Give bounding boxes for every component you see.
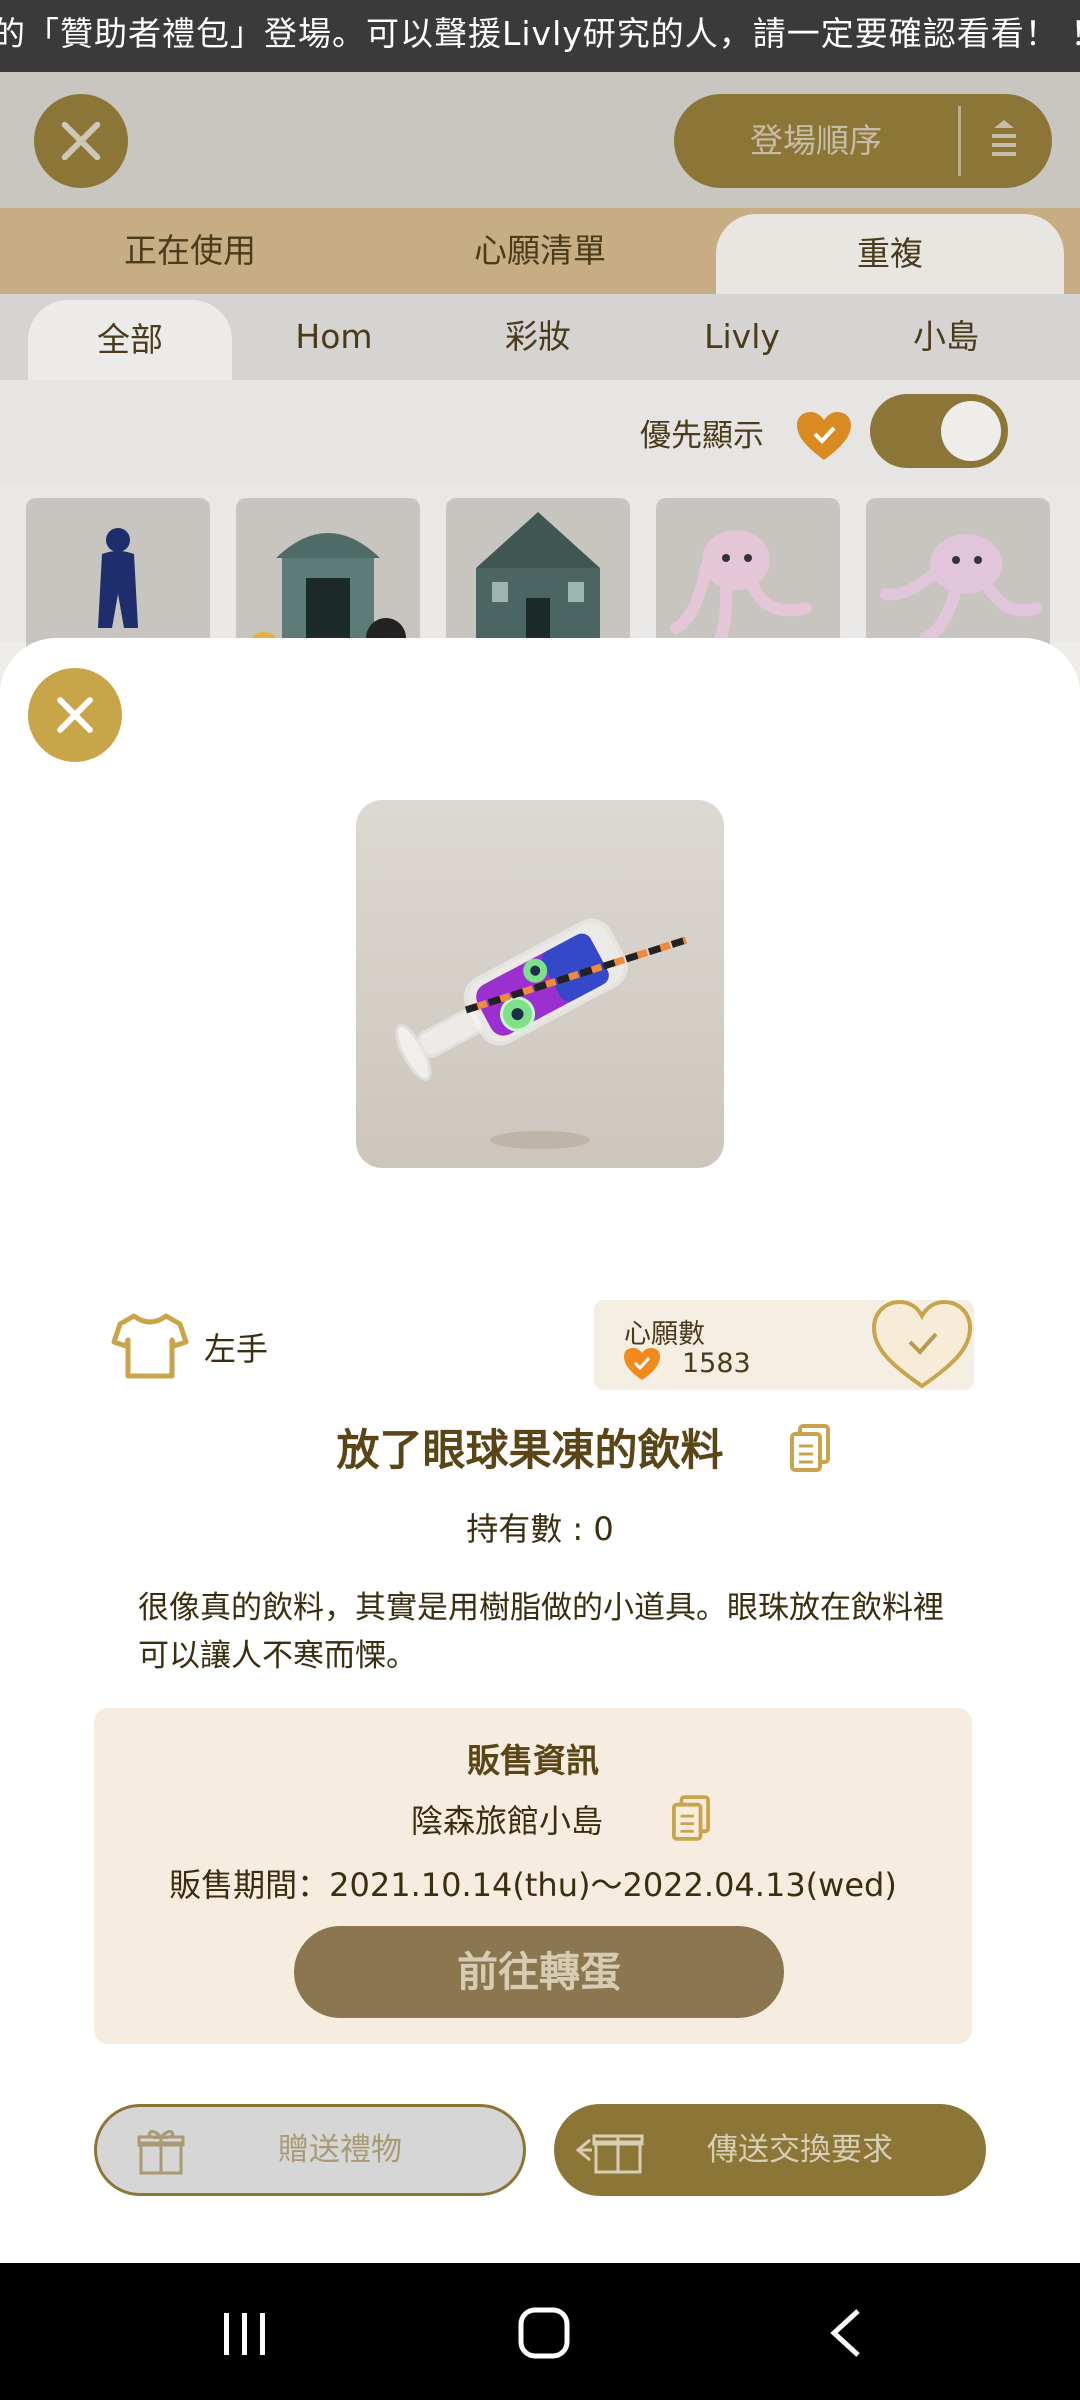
tab-livly[interactable]: Livly (640, 294, 844, 380)
sort-order-label: 登場順序 (750, 121, 882, 160)
sort-icon (992, 120, 1016, 156)
ticker-text: 的「贊助者禮包」登場。可以聲援Livly研究的人，請一定要確認看看！ ！ (0, 14, 1080, 53)
sale-info-box: 販售資訊 陰森旅館小島 販售期間：2021.10.14(thu)～2022.04… (94, 1708, 972, 2044)
tab-all[interactable]: 全部 (28, 300, 232, 380)
secondary-tabs: 全部 Hom 彩妝 Livly 小島 (0, 294, 1080, 380)
gazebo-icon (248, 533, 406, 658)
sale-place: 陰森旅館小島 (410, 1802, 603, 1840)
send-trade-request-button[interactable]: 傳送交換要求 (554, 2104, 986, 2196)
preference-toggle[interactable] (870, 394, 1008, 468)
drink-item-image (395, 918, 688, 1149)
tab-wishlist[interactable]: 心願清單 (390, 208, 690, 294)
tab-duplicates[interactable]: 重複 (716, 214, 1064, 294)
tab-makeup[interactable]: 彩妝 (436, 294, 640, 380)
add-to-wishlist-heart-button[interactable] (870, 1298, 974, 1392)
send-gift-label: 贈送禮物 (278, 2132, 402, 2168)
preference-label: 優先顯示 (640, 418, 764, 454)
home-icon[interactable] (518, 2307, 570, 2359)
sale-period: 販售期間：2021.10.14(thu)～2022.04.13(wed) (169, 1866, 897, 1904)
item-name: 放了眼球果凍的飲料 (336, 1426, 724, 1476)
grid-item-thumb[interactable] (866, 498, 1050, 658)
heart-check-icon (624, 1348, 660, 1380)
primary-tabs: 正在使用 心願清單 重複 (0, 208, 1080, 294)
grid-item-thumb[interactable] (236, 498, 420, 658)
ghost-icon (670, 530, 812, 654)
tab-in-use[interactable]: 正在使用 (40, 208, 340, 294)
send-trade-request-label: 傳送交換要求 (707, 2132, 893, 2168)
tab-hom[interactable]: Hom (232, 294, 436, 380)
go-to-gacha-button[interactable]: 前往轉蛋 (294, 1926, 784, 2018)
owned-count: 持有數 : 0 (466, 1510, 614, 1548)
item-image-card (356, 800, 724, 1168)
recent-apps-icon[interactable] (220, 2309, 270, 2359)
modal-close-button[interactable] (28, 668, 122, 762)
heart-check-icon (797, 412, 851, 460)
wish-count-value: 1583 (682, 1348, 751, 1379)
system-navigation-bar (0, 2263, 1080, 2400)
grid-item-thumb[interactable] (446, 498, 630, 658)
shirt-icon (111, 1313, 189, 1379)
background-close-button[interactable] (34, 94, 128, 188)
costume-icon (98, 528, 138, 628)
announcement-ticker[interactable]: 的「贊助者禮包」登場。可以聲援Livly研究的人，請一定要確認看看！ ！ (0, 0, 1080, 72)
sort-divider (958, 106, 961, 176)
tab-island[interactable]: 小島 (844, 294, 1048, 380)
item-detail-modal: 左手 心願數 1583 放了眼球果凍的飲料 持有數 : 0 很像真的飲料，其實是… (0, 638, 1080, 2263)
item-grid (0, 482, 1080, 658)
equip-slot-label: 左手 (204, 1330, 269, 1368)
sort-order-button[interactable]: 登場順序 (674, 94, 1052, 188)
back-icon[interactable] (826, 2307, 866, 2359)
document-icon[interactable] (790, 1424, 830, 1472)
mansion-icon (476, 512, 600, 658)
document-icon[interactable] (672, 1794, 710, 1842)
grid-item-thumb[interactable] (656, 498, 840, 658)
ghost-icon (880, 534, 1042, 644)
item-description: 很像真的飲料，其實是用樹脂做的小道具。眼珠放在飲料裡可以讓人不寒而慄。 (138, 1590, 944, 1674)
toggle-knob (941, 401, 1001, 461)
sale-info-title: 販售資訊 (467, 1741, 599, 1780)
send-gift-button[interactable]: 贈送禮物 (94, 2104, 526, 2196)
grid-item-thumb[interactable] (26, 498, 210, 658)
